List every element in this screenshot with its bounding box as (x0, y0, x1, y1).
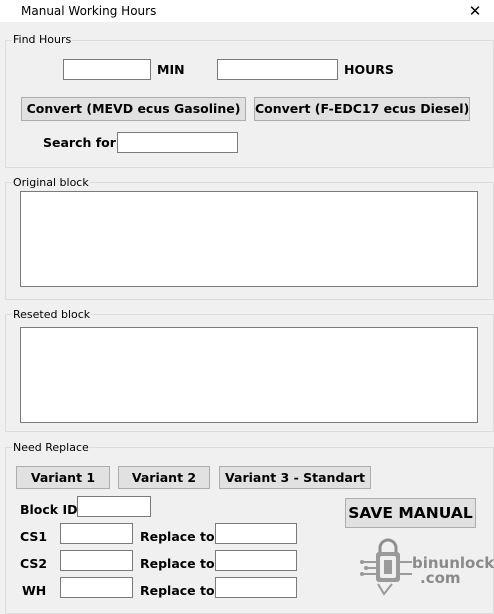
variant-3-button[interactable]: Variant 3 - Standart (219, 466, 371, 489)
cs1-replace-label: Replace to (140, 529, 215, 544)
hours-input[interactable] (217, 59, 338, 80)
close-icon[interactable]: ✕ (463, 2, 487, 20)
reseted-block-label: Reseted block (12, 308, 92, 321)
cs1-replace-input[interactable] (215, 523, 297, 544)
wh-input[interactable] (60, 577, 133, 598)
original-block-label: Original block (12, 176, 90, 189)
cs2-replace-label: Replace to (140, 556, 215, 571)
hours-label: HOURS (344, 62, 394, 77)
cs1-input[interactable] (60, 523, 133, 544)
reseted-block-textarea[interactable] (20, 327, 478, 423)
search-label: Search for (43, 135, 116, 150)
convert-gasoline-button[interactable]: Convert (MEVD ecus Gasoline) (21, 97, 246, 121)
convert-diesel-button[interactable]: Convert (F-EDC17 ecus Diesel) (254, 97, 470, 121)
cs1-label: CS1 (20, 529, 48, 544)
padlock-chip-icon (360, 538, 412, 596)
block-id-label: Block ID (20, 502, 78, 517)
cs2-input[interactable] (60, 550, 133, 571)
window-title: Manual Working Hours (21, 4, 157, 18)
wh-label: WH (22, 583, 47, 598)
min-input[interactable] (63, 59, 151, 80)
watermark-logo: binunlock .com (360, 538, 494, 598)
cs2-replace-input[interactable] (215, 550, 297, 571)
need-replace-label: Need Replace (12, 441, 90, 454)
min-label: MIN (157, 62, 185, 77)
cs2-label: CS2 (20, 556, 48, 571)
watermark-text-domain: .com (420, 569, 461, 587)
block-id-input[interactable] (77, 496, 151, 517)
search-input[interactable] (117, 132, 238, 153)
wh-replace-label: Replace to (140, 583, 215, 598)
save-manual-button[interactable]: SAVE MANUAL (345, 498, 476, 528)
wh-replace-input[interactable] (215, 577, 297, 598)
variant-2-button[interactable]: Variant 2 (118, 466, 210, 489)
original-block-textarea[interactable] (20, 191, 478, 287)
variant-1-button[interactable]: Variant 1 (16, 466, 110, 489)
find-hours-label: Find Hours (12, 33, 73, 46)
